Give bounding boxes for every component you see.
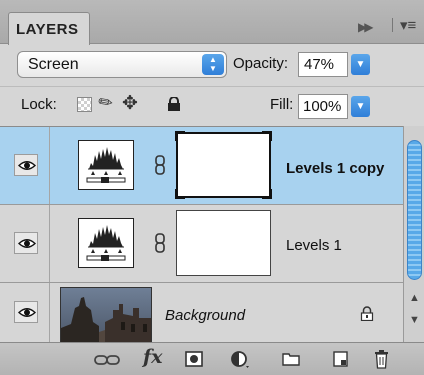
layer-name[interactable]: Levels 1 copy bbox=[286, 160, 384, 177]
photo-thumbnail-image bbox=[61, 288, 151, 342]
trash-icon[interactable] bbox=[374, 349, 389, 369]
layer-row-background[interactable]: Background bbox=[0, 283, 403, 345]
layers-bottom-toolbar: fx bbox=[0, 342, 424, 375]
link-layers-icon[interactable] bbox=[94, 354, 120, 366]
layer-name[interactable]: Background bbox=[165, 307, 245, 324]
visibility-column bbox=[0, 283, 50, 344]
visibility-toggle[interactable] bbox=[14, 301, 38, 323]
fill-field[interactable]: 100% bbox=[298, 94, 348, 119]
opacity-label: Opacity: bbox=[233, 55, 289, 72]
layers-tab[interactable]: LAYERS bbox=[8, 12, 90, 45]
lock-label: Lock: bbox=[21, 96, 57, 113]
visibility-column bbox=[0, 127, 50, 204]
levels-adjustment-thumbnail[interactable] bbox=[78, 218, 134, 268]
scroll-down-arrow-icon[interactable]: ▼ bbox=[409, 314, 420, 326]
selection-corner bbox=[175, 131, 185, 141]
selection-corner bbox=[262, 189, 272, 199]
lock-position-move-icon[interactable]: ✥ bbox=[122, 92, 138, 115]
lock-transparency-icon[interactable] bbox=[77, 97, 92, 112]
layer-mask-thumbnail[interactable] bbox=[176, 210, 271, 276]
layers-list: Levels 1 copy Levels 1 Background bbox=[0, 126, 403, 345]
visibility-toggle[interactable] bbox=[14, 232, 38, 254]
background-image-thumbnail[interactable] bbox=[60, 287, 152, 343]
opacity-dropdown-button[interactable]: ▼ bbox=[351, 54, 370, 75]
lock-icon bbox=[360, 306, 374, 321]
levels-histogram-icon bbox=[86, 225, 126, 261]
scrollbar-thumb[interactable] bbox=[407, 140, 422, 280]
selection-corner bbox=[262, 131, 272, 141]
panel-menu-icon[interactable]: ▾≡ bbox=[400, 16, 416, 34]
layer-style-icon[interactable]: fx bbox=[143, 346, 163, 368]
lock-all-icon[interactable] bbox=[167, 97, 181, 111]
adjustment-layer-icon[interactable] bbox=[231, 350, 251, 370]
fill-label: Fill: bbox=[270, 96, 294, 113]
eye-icon bbox=[18, 161, 36, 170]
layers-panel: LAYERS ▶▶ ▾≡ Screen ▲ ▼ Opacity: 47% ▼ Lo… bbox=[0, 0, 424, 375]
layer-row-levels-1-copy[interactable]: Levels 1 copy bbox=[0, 127, 403, 205]
visibility-column bbox=[0, 205, 50, 282]
blend-mode-select[interactable]: Screen ▲ ▼ bbox=[17, 51, 227, 78]
add-mask-icon[interactable] bbox=[185, 351, 203, 367]
layer-name[interactable]: Levels 1 bbox=[286, 237, 342, 254]
blend-mode-value: Screen bbox=[28, 56, 79, 73]
link-chain-icon[interactable] bbox=[155, 155, 165, 175]
layers-scrollbar[interactable]: ▲ ▼ bbox=[403, 126, 424, 342]
levels-adjustment-thumbnail[interactable] bbox=[78, 140, 134, 190]
folder-icon[interactable] bbox=[282, 352, 300, 366]
scroll-up-arrow-icon[interactable]: ▲ bbox=[409, 292, 420, 304]
eye-icon bbox=[18, 239, 36, 248]
levels-histogram-icon bbox=[86, 147, 126, 183]
layer-row-levels-1[interactable]: Levels 1 bbox=[0, 205, 403, 283]
panel-tab-bar: LAYERS ▶▶ ▾≡ bbox=[0, 0, 424, 45]
tab-divider bbox=[392, 18, 393, 32]
selection-corner bbox=[175, 189, 185, 199]
layer-mask-thumbnail[interactable] bbox=[175, 131, 272, 199]
eye-icon bbox=[18, 308, 36, 317]
fill-dropdown-button[interactable]: ▼ bbox=[351, 96, 370, 117]
new-layer-icon[interactable] bbox=[333, 351, 348, 367]
link-chain-icon[interactable] bbox=[155, 233, 165, 253]
up-down-arrows-icon: ▲ ▼ bbox=[202, 54, 224, 75]
visibility-toggle[interactable] bbox=[14, 154, 38, 176]
double-chevron-right-icon[interactable]: ▶▶ bbox=[358, 20, 374, 34]
opacity-field[interactable]: 47% bbox=[298, 52, 348, 77]
